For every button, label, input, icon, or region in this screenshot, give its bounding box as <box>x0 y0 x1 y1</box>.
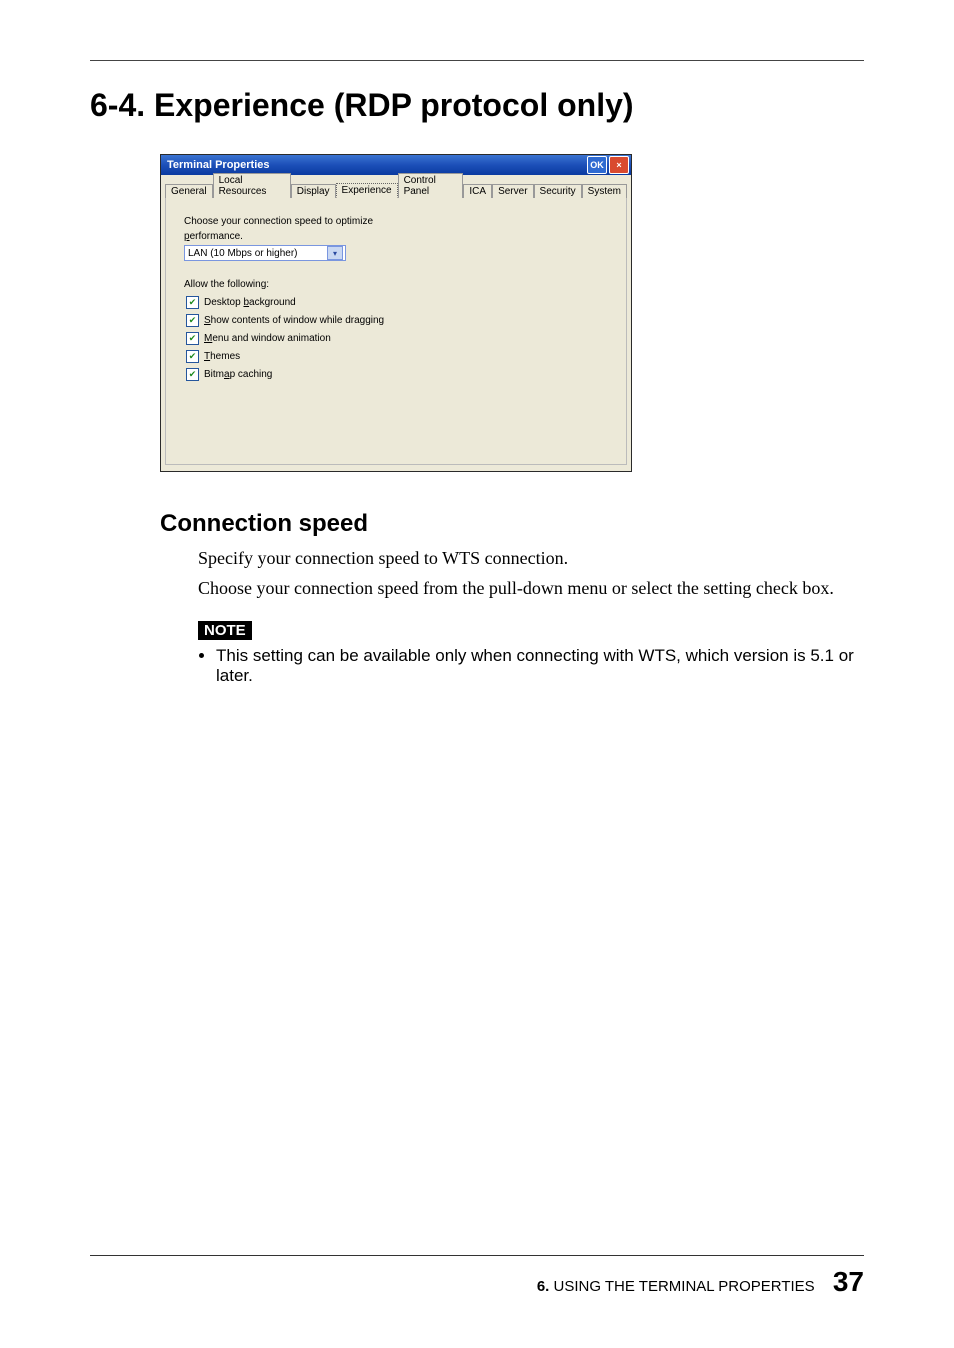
allow-label: Allow the following: <box>184 279 608 290</box>
tab-display[interactable]: Display <box>291 184 336 198</box>
top-rule <box>90 60 864 61</box>
checkbox-label: Menu and window animation <box>204 333 331 344</box>
note-badge: NOTE <box>198 621 252 640</box>
checkbox-label: Bitmap caching <box>204 369 272 380</box>
tab-local-resources[interactable]: Local Resources <box>213 173 291 198</box>
tab-panel-experience: Choose your connection speed to optimize… <box>165 197 627 465</box>
check-themes[interactable]: ✔ Themes <box>186 350 608 363</box>
dialog-title: Terminal Properties <box>167 159 585 171</box>
footer-text: 6. USING THE TERMINAL PROPERTIES 37 <box>90 1266 864 1298</box>
chapter-title: USING THE TERMINAL PROPERTIES <box>549 1278 814 1295</box>
body-text-1: Specify your connection speed to WTS con… <box>198 546 864 570</box>
checkbox-label: Desktop background <box>204 297 296 308</box>
close-icon: × <box>616 160 621 170</box>
tab-security[interactable]: Security <box>534 184 582 198</box>
tab-server[interactable]: Server <box>492 184 533 198</box>
check-show-contents[interactable]: ✔ Show contents of window while dragging <box>186 314 608 327</box>
page: 6-4. Experience (RDP protocol only) Term… <box>0 0 954 1348</box>
chevron-down-icon: ▾ <box>327 246 343 260</box>
checkbox-icon: ✔ <box>186 314 199 327</box>
connection-speed-value: LAN (10 Mbps or higher) <box>188 248 298 259</box>
speed-label-line2: performance. <box>184 231 608 244</box>
titlebar: Terminal Properties OK × <box>161 155 631 175</box>
tab-general[interactable]: General <box>165 184 213 198</box>
tabs: General Local Resources Display Experien… <box>161 175 631 197</box>
checkbox-icon: ✔ <box>186 368 199 381</box>
tab-experience[interactable]: Experience <box>336 183 398 198</box>
page-footer: 6. USING THE TERMINAL PROPERTIES 37 <box>90 1255 864 1298</box>
section-title: 6-4. Experience (RDP protocol only) <box>90 87 864 124</box>
screenshot: Terminal Properties OK × General Local R… <box>90 154 864 472</box>
body-text-2: Choose your connection speed from the pu… <box>198 576 864 600</box>
checkbox-label: Show contents of window while dragging <box>204 315 384 326</box>
checkbox-icon: ✔ <box>186 350 199 363</box>
subsection-title: Connection speed <box>160 510 864 538</box>
footer-rule <box>90 1255 864 1256</box>
page-number: 37 <box>833 1266 864 1297</box>
close-button[interactable]: × <box>609 156 629 174</box>
ok-button[interactable]: OK <box>587 156 607 174</box>
check-menu-animation[interactable]: ✔ Menu and window animation <box>186 332 608 345</box>
tab-control-panel[interactable]: Control Panel <box>398 173 464 198</box>
checkbox-icon: ✔ <box>186 296 199 309</box>
check-desktop-background[interactable]: ✔ Desktop background <box>186 296 608 309</box>
checkbox-label: Themes <box>204 351 240 362</box>
note-list: This setting can be available only when … <box>198 646 864 686</box>
note-item: This setting can be available only when … <box>216 646 864 686</box>
terminal-properties-dialog: Terminal Properties OK × General Local R… <box>160 154 632 472</box>
tab-ica[interactable]: ICA <box>463 184 492 198</box>
tab-system[interactable]: System <box>582 184 627 198</box>
chapter-number: 6. <box>537 1278 550 1295</box>
checkbox-icon: ✔ <box>186 332 199 345</box>
speed-label-line1: Choose your connection speed to optimize <box>184 216 608 229</box>
check-bitmap-caching[interactable]: ✔ Bitmap caching <box>186 368 608 381</box>
connection-speed-select[interactable]: LAN (10 Mbps or higher) ▾ <box>184 245 346 261</box>
